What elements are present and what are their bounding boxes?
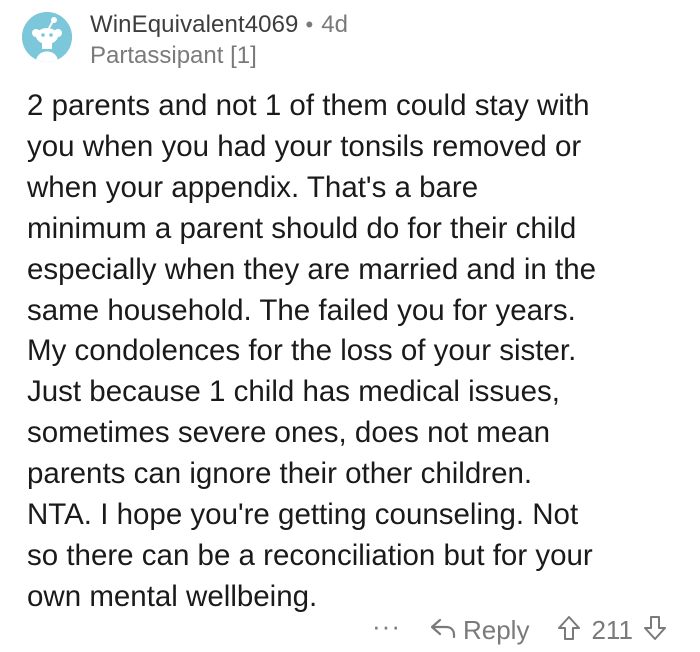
comment-body-line: minimum a parent should do for their chi… (27, 211, 577, 245)
reply-label: Reply (462, 614, 530, 645)
comment-body-line: parents can ignore their other children. (27, 457, 533, 491)
comment-body-line: same household. The failed you for years… (27, 293, 576, 327)
reply-arrow-icon (429, 616, 457, 645)
more-options-button[interactable]: ··· (372, 613, 401, 639)
username[interactable]: WinEquivalent4069 (90, 11, 299, 39)
comment-age: 4d (321, 11, 348, 38)
comment-body-line: when your appendix. That's a bare (27, 170, 479, 204)
upvote-arrow-icon (557, 615, 581, 646)
downvote-button[interactable] (643, 615, 667, 646)
vote-score: 211 (591, 614, 633, 645)
comment-body-line: 2 parents and not 1 of them could stay w… (27, 89, 590, 122)
comment-body-line: My condolences for the loss of your sist… (27, 334, 577, 368)
author-meta: WinEquivalent4069 • 4d Partassipant [1] (90, 10, 348, 70)
author-row: WinEquivalent4069 • 4d (90, 10, 348, 40)
user-flair: Partassipant [1] (90, 42, 257, 69)
comment-body-line: so there can be a reconciliation but for… (27, 538, 593, 572)
snoo-avatar-icon[interactable] (22, 12, 72, 62)
comment-card: WinEquivalent4069 • 4d Partassipant [1] … (0, 0, 700, 652)
comment-body-line: especially when they are married and in … (27, 252, 597, 286)
comment-header: WinEquivalent4069 • 4d Partassipant [1] (22, 10, 348, 72)
separator-dot: • (305, 12, 314, 37)
comment-body: 2 parents and not 1 of them could stay w… (27, 86, 687, 618)
comment-body-line: sometimes severe ones, does not mean (27, 416, 551, 450)
comment-body-line: Just because 1 child has medical issues, (27, 375, 560, 409)
downvote-arrow-icon (643, 615, 667, 646)
upvote-button[interactable] (557, 615, 581, 646)
comment-body-line: you when you had your tonsils removed or (27, 129, 582, 163)
reply-button[interactable]: Reply (429, 615, 529, 646)
comment-body-line: NTA. I hope you're getting counseling. N… (27, 498, 579, 532)
comment-actions: ··· Reply 211 (372, 612, 667, 648)
